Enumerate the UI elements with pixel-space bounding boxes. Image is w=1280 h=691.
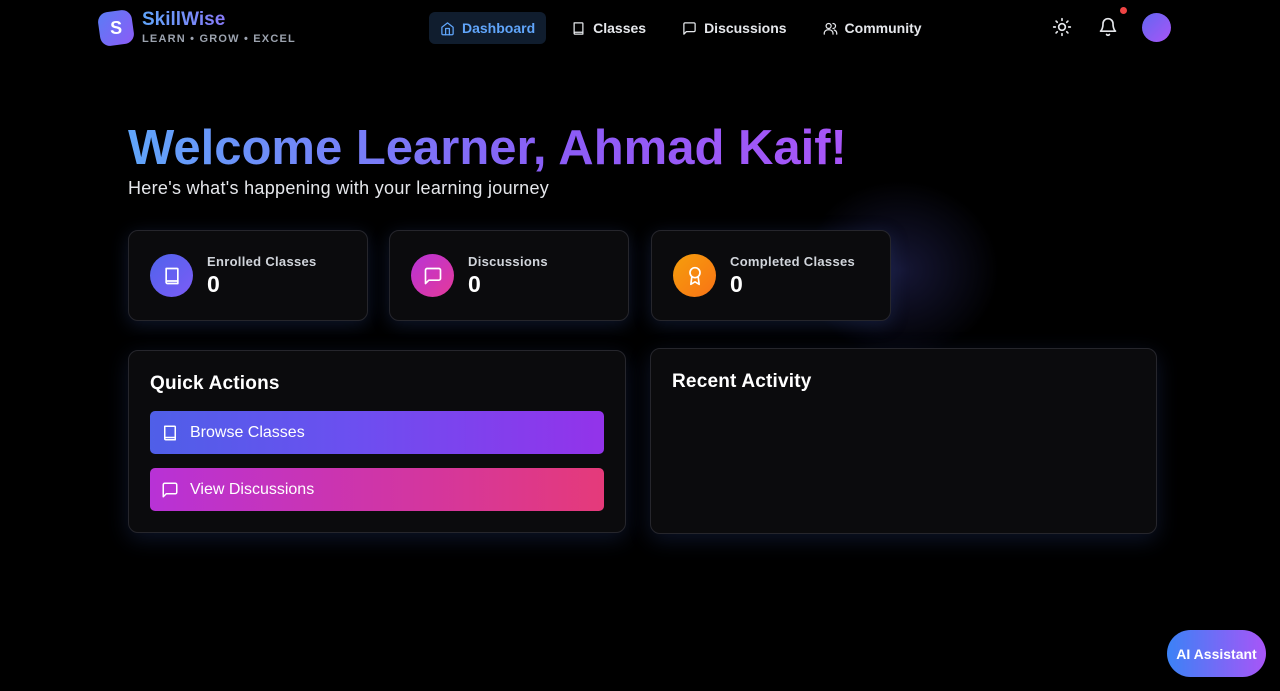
stat-value: 0 xyxy=(730,270,743,297)
welcome-heading: Welcome Learner, Ahmad Kaif! xyxy=(128,118,847,178)
top-header: S SkillWise LEARN • GROW • EXCEL Dashboa… xyxy=(0,0,1280,56)
nav-label: Discussions xyxy=(704,20,787,36)
logo-mark: S xyxy=(96,8,136,47)
sun-icon xyxy=(1052,17,1072,37)
main-nav: Dashboard Classes Discussions Community xyxy=(429,12,947,44)
dashboard-page: S SkillWise LEARN • GROW • EXCEL Dashboa… xyxy=(0,0,1280,691)
recent-activity-panel: Recent Activity xyxy=(650,348,1157,534)
message-icon xyxy=(683,21,696,35)
stat-card-discussions: Discussions 0 xyxy=(389,230,629,321)
button-label: Browse Classes xyxy=(190,423,305,441)
users-icon xyxy=(823,22,837,35)
brand-name: SkillWise xyxy=(142,10,296,30)
theme-toggle-button[interactable] xyxy=(1050,12,1074,42)
nav-community[interactable]: Community xyxy=(812,12,933,44)
stat-value: 0 xyxy=(468,270,481,297)
stat-card-enrolled: Enrolled Classes 0 xyxy=(128,230,368,321)
book-icon xyxy=(573,21,584,35)
nav-label: Community xyxy=(844,20,922,36)
quick-actions-panel: Quick Actions Browse Classes View Discus… xyxy=(128,350,626,533)
stat-card-completed: Completed Classes 0 xyxy=(651,230,891,321)
welcome-subtitle: Here's what's happening with your learni… xyxy=(128,178,550,198)
stat-value: 0 xyxy=(207,270,220,297)
nav-discussions[interactable]: Discussions xyxy=(671,12,797,44)
book-icon xyxy=(164,267,179,284)
bell-icon xyxy=(1099,17,1117,37)
nav-label: Classes xyxy=(593,20,647,36)
notifications-button[interactable] xyxy=(1096,7,1127,42)
ai-assistant-button[interactable]: AI Assistant xyxy=(1167,630,1266,677)
message-icon xyxy=(424,267,441,284)
user-avatar[interactable] xyxy=(1142,12,1171,42)
award-icon xyxy=(688,266,701,285)
message-icon xyxy=(162,482,178,497)
stat-icon-wrap xyxy=(673,254,716,297)
recent-activity-title: Recent Activity xyxy=(672,371,812,392)
quick-actions-title: Quick Actions xyxy=(150,373,280,394)
notification-dot xyxy=(1120,7,1127,14)
book-icon xyxy=(164,425,176,440)
header-tools xyxy=(1050,7,1171,42)
brand-logo[interactable]: S SkillWise LEARN • GROW • EXCEL xyxy=(96,8,296,47)
view-discussions-button[interactable]: View Discussions xyxy=(150,468,604,511)
home-icon xyxy=(441,21,454,35)
stat-label: Enrolled Classes xyxy=(207,253,317,269)
stat-icon-wrap xyxy=(150,254,193,297)
brand-tagline: LEARN • GROW • EXCEL xyxy=(142,33,296,45)
button-label: View Discussions xyxy=(190,480,315,498)
stat-icon-wrap xyxy=(411,254,454,297)
stat-label: Discussions xyxy=(468,253,548,269)
nav-classes[interactable]: Classes xyxy=(560,12,657,44)
nav-label: Dashboard xyxy=(462,20,536,36)
stat-label: Completed Classes xyxy=(730,253,856,269)
browse-classes-button[interactable]: Browse Classes xyxy=(150,411,604,454)
nav-dashboard[interactable]: Dashboard xyxy=(429,12,547,44)
